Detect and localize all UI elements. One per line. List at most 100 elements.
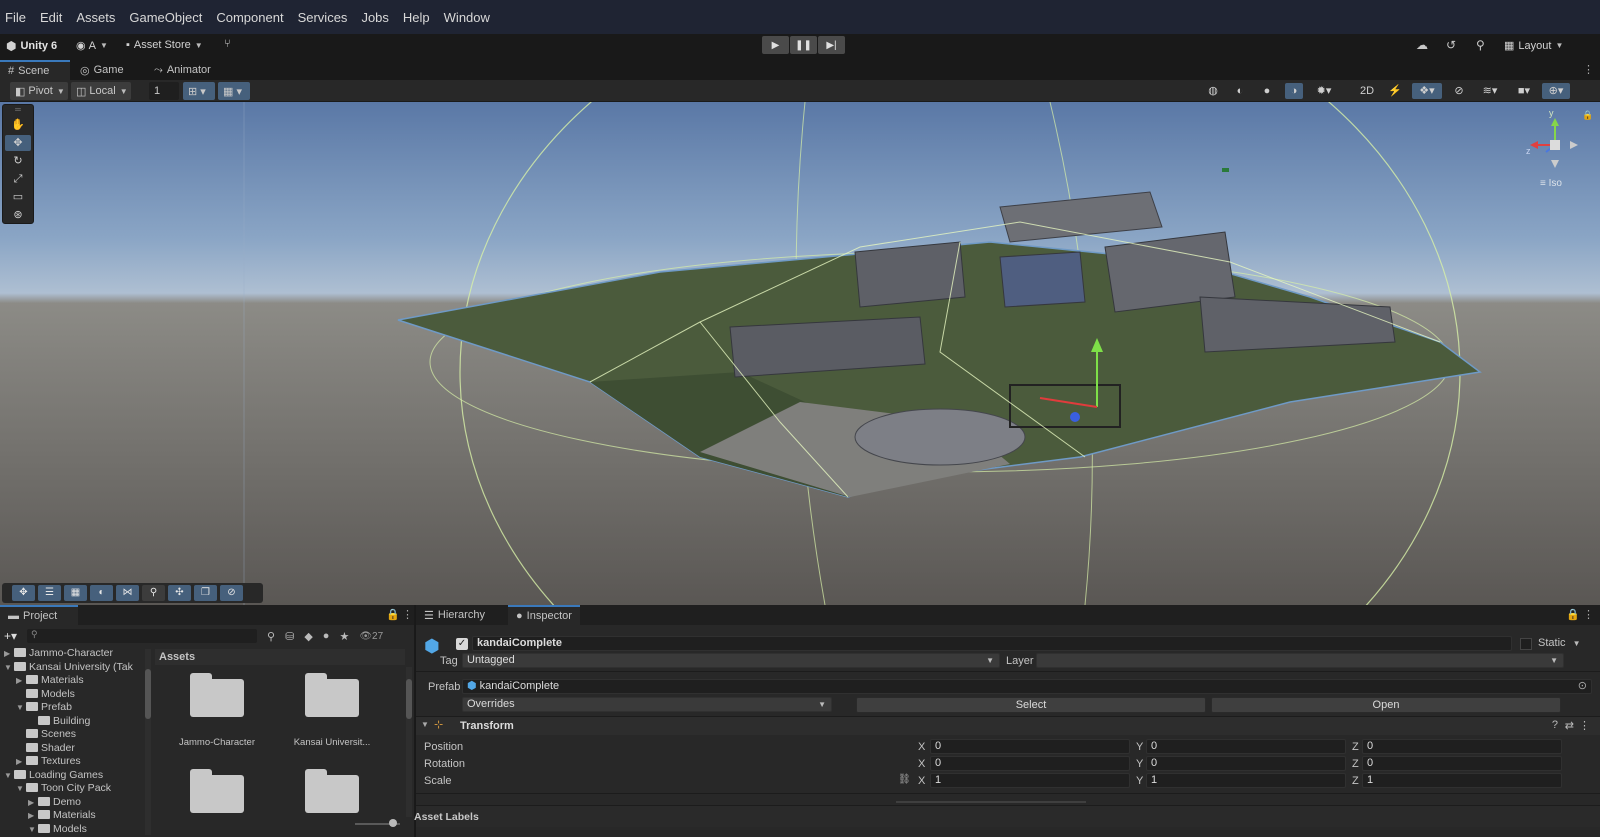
tab-animator[interactable]: ⤳ Animator — [146, 60, 219, 80]
static-checkbox[interactable] — [1520, 638, 1532, 650]
history-icon[interactable]: ↺ — [1446, 38, 1456, 52]
wireframe-icon[interactable]: ◍ — [1204, 83, 1222, 99]
tree-item[interactable]: Scenes — [0, 728, 152, 742]
static-dropdown[interactable]: Static ▼ — [1538, 637, 1581, 649]
lock-icon[interactable]: 🔒 — [1566, 608, 1580, 621]
foldout-arrow-icon[interactable]: ▼ — [28, 823, 38, 837]
more-options-icon[interactable]: ⋮ — [402, 608, 413, 621]
snap-increment-field[interactable]: 1 — [149, 82, 179, 100]
tree-item[interactable]: ▶ Materials — [0, 809, 152, 823]
transform-header[interactable]: ▼ ⊹ Transform ? ⇄ ⋮ — [416, 717, 1600, 735]
grid-snap-toggle[interactable]: ⊞ ▾ — [183, 82, 215, 100]
menu-file[interactable]: File — [5, 10, 26, 25]
lock-icon[interactable]: 🔒 — [1582, 110, 1593, 121]
iso-toggle[interactable]: ≡ Iso — [1540, 178, 1562, 189]
pause-button[interactable]: ❚❚ — [790, 36, 817, 54]
layout-dropdown[interactable]: ▦ Layout ▼ — [1504, 39, 1563, 53]
label-icon[interactable]: ◆ — [304, 630, 312, 643]
asset-store-dropdown[interactable]: ▪ Asset Store ▼ — [126, 39, 203, 51]
tree-item[interactable]: ▼ Toon City Pack — [0, 782, 152, 796]
step-button[interactable]: ▶| — [818, 36, 845, 54]
shaded-icon[interactable]: ● — [1258, 83, 1276, 99]
foldout-arrow-icon[interactable]: ▶ — [28, 796, 38, 810]
rotation-z-field[interactable]: 0 — [1362, 756, 1562, 771]
sphere-icon[interactable]: ◐ — [90, 585, 113, 601]
camera-icon[interactable]: ■▾ — [1510, 83, 1538, 99]
foldout-arrow-icon[interactable]: ▼ — [4, 769, 14, 783]
tree-item[interactable]: ▼ Models — [0, 823, 152, 837]
menu-gameobject[interactable]: GameObject — [129, 10, 202, 25]
rotation-y-field[interactable]: 0 — [1146, 756, 1346, 771]
account-dropdown[interactable]: ◉ A ▼ — [76, 39, 108, 53]
prefab-object-field[interactable]: ⬢ kandaiComplete ⊙ — [462, 679, 1592, 694]
asset-folder[interactable]: Jammo-Character — [162, 673, 272, 753]
favorite-star-icon[interactable]: ★ — [339, 630, 349, 643]
tab-hierarchy[interactable]: ☰ Hierarchy — [416, 605, 493, 625]
foldout-arrow-icon[interactable]: ▼ — [4, 661, 14, 675]
move-gizmo-z-handle[interactable] — [1070, 412, 1080, 422]
link-icon[interactable]: ⛓ — [898, 774, 911, 785]
asset-folder[interactable]: Kansai Universit... — [277, 673, 387, 753]
menu-edit[interactable]: Edit — [40, 10, 62, 25]
more-options-icon[interactable]: ⋮ — [1583, 608, 1594, 621]
assets-scrollbar-thumb[interactable] — [406, 679, 412, 719]
tree-item[interactable]: ▼ Kansai University (Tak — [0, 661, 152, 675]
more-options-icon[interactable]: ⋮ — [1579, 719, 1590, 732]
tab-game[interactable]: ◎ Game — [72, 60, 132, 80]
foldout-arrow-icon[interactable]: ▼ — [421, 720, 429, 729]
drag-handle[interactable]: ═ — [3, 105, 33, 115]
lock-icon[interactable]: 🔒 — [386, 608, 400, 621]
layers-icon[interactable]: ≋▾ — [1476, 83, 1504, 99]
tree-item[interactable]: ▶ Materials — [0, 674, 152, 688]
tree-item[interactable]: Models — [0, 688, 152, 702]
pivot-dropdown[interactable]: ◧ Pivot ▼ — [10, 82, 68, 100]
rotation-x-field[interactable]: 0 — [930, 756, 1130, 771]
menu-help[interactable]: Help — [403, 10, 430, 25]
icon-size-slider[interactable] — [355, 819, 400, 827]
position-x-field[interactable]: 0 — [930, 739, 1130, 754]
prefab-select-button[interactable]: Select — [856, 697, 1206, 713]
orientation-gizmo[interactable]: y z 🔒 ≡ Iso — [1520, 108, 1593, 198]
asset-folder[interactable] — [277, 769, 387, 829]
more-options-icon[interactable]: ⋮ — [1583, 63, 1594, 76]
foldout-arrow-icon[interactable]: ▶ — [4, 647, 14, 661]
debug-draw-mode-icon[interactable]: ✹▾ — [1310, 83, 1338, 99]
menu-assets[interactable]: Assets — [76, 10, 115, 25]
play-button[interactable]: ▶ — [762, 36, 789, 54]
rotate-tool-icon[interactable]: ↻ — [5, 153, 31, 169]
tree-item[interactable]: ▶ Jammo-Character — [0, 647, 152, 661]
tab-scene[interactable]: # Scene — [0, 60, 70, 80]
foldout-arrow-icon[interactable]: ▶ — [16, 755, 26, 769]
prefab-open-button[interactable]: Open — [1211, 697, 1561, 713]
local-dropdown[interactable]: ◫ Local ▼ — [71, 82, 131, 100]
menu-services[interactable]: Services — [298, 10, 348, 25]
zoom-icon[interactable]: ⚲ — [142, 585, 165, 601]
tree-item[interactable]: ▶ Demo — [0, 796, 152, 810]
tag-dropdown[interactable]: Untagged ▼ — [462, 653, 1000, 668]
position-y-field[interactable]: 0 — [1146, 739, 1346, 754]
move-overlay-icon[interactable]: ✥ — [12, 585, 35, 601]
add-asset-button[interactable]: +▾ — [4, 629, 17, 643]
overrides-dropdown[interactable]: Overrides ▼ — [462, 697, 832, 712]
transform-tool-icon[interactable]: ⊛ — [5, 207, 31, 223]
hand-tool-icon[interactable]: ✋ — [5, 117, 31, 133]
cloud-icon[interactable]: ☁ — [1416, 38, 1428, 52]
lit-shading-icon[interactable]: ◑ — [1285, 83, 1303, 99]
tab-project[interactable]: ▬ Project — [0, 605, 78, 625]
scale-y-field[interactable]: 1 — [1146, 773, 1346, 788]
active-checkbox[interactable]: ✓ — [456, 638, 468, 650]
help-icon[interactable]: ? — [1552, 719, 1558, 731]
nav-icon[interactable]: ⋈ — [116, 585, 139, 601]
camera-stack-icon[interactable]: ❐ — [194, 585, 217, 601]
position-z-field[interactable]: 0 — [1362, 739, 1562, 754]
rect-tool-icon[interactable]: ▭ — [5, 189, 31, 205]
version-control-icon[interactable]: ⑂ — [224, 38, 231, 50]
tree-scrollbar-thumb[interactable] — [145, 669, 151, 719]
scene-viewport[interactable] — [0, 102, 1600, 605]
filter-icon[interactable]: ⛁ — [285, 630, 294, 643]
scene-visibility-icon[interactable]: ⊘ — [1450, 83, 1468, 99]
grid-icon[interactable]: ▦ — [64, 585, 87, 601]
assets-scrollbar[interactable] — [406, 667, 412, 817]
preset-icon[interactable]: ⇄ — [1565, 719, 1574, 732]
pan-icon[interactable]: ✣ — [168, 585, 191, 601]
